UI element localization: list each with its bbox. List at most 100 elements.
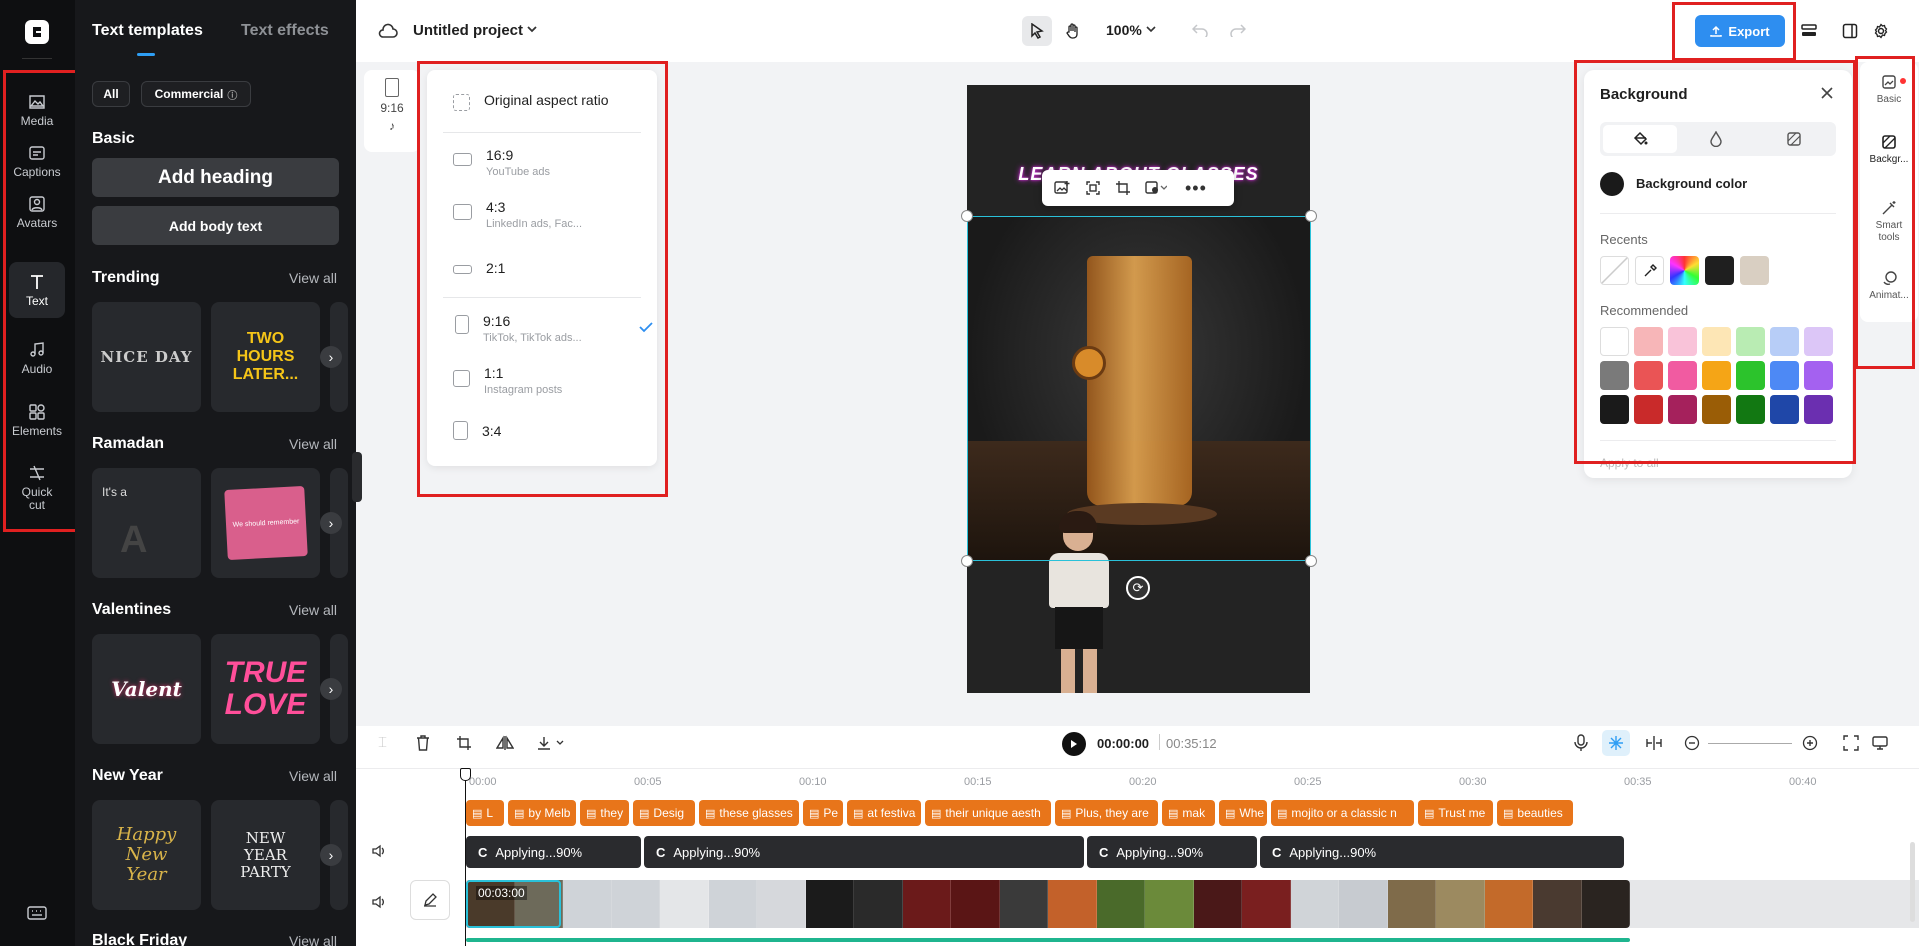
right-rail-animation[interactable]: Animat... <box>1860 270 1918 301</box>
current-color-swatch[interactable] <box>1600 172 1624 196</box>
rail-item-captions[interactable]: Captions <box>9 133 65 189</box>
ratio-item-2-1[interactable]: 2:1 <box>453 260 505 276</box>
panel-collapse-handle[interactable] <box>352 452 362 502</box>
ratio-item-16-9[interactable]: 16:9YouTube ads <box>453 147 550 178</box>
preview-monitor-icon[interactable] <box>1872 735 1888 751</box>
video-track[interactable] <box>466 880 1630 928</box>
template-true-love[interactable]: TRUE LOVE <box>211 634 320 744</box>
recommended-swatch[interactable] <box>1600 361 1629 390</box>
view-all-new-year[interactable]: View all <box>289 768 337 784</box>
right-rail-background[interactable]: Backgr... <box>1860 134 1918 165</box>
rail-item-text[interactable]: Text <box>9 262 65 318</box>
speaker-icon[interactable] <box>372 844 386 858</box>
recommended-swatch[interactable] <box>1702 361 1731 390</box>
rail-item-avatars[interactable]: Avatars <box>9 184 65 240</box>
swatch-color-picker[interactable] <box>1670 256 1699 285</box>
zoom-slider[interactable] <box>1708 743 1792 744</box>
zoom-chevron-icon[interactable] <box>1146 25 1156 33</box>
playhead-handle[interactable] <box>460 768 471 781</box>
swatch-recent-beige[interactable] <box>1740 256 1769 285</box>
text-clip[interactable]: ▤their unique aesth <box>925 800 1051 826</box>
rail-item-quick-cut[interactable]: Quick cut <box>9 458 65 518</box>
time-ruler[interactable]: 00:0000:0500:1000:1500:2000:2500:3000:35… <box>466 776 1919 790</box>
ratio-item-1-1[interactable]: 1:1Instagram posts <box>453 365 562 396</box>
chevron-down-icon[interactable] <box>526 24 538 34</box>
flip-icon[interactable] <box>496 735 514 751</box>
text-clip[interactable]: ▤beauties <box>1497 800 1573 826</box>
template-new-year-party[interactable]: NEW YEAR PARTY <box>211 800 320 910</box>
swatch-recent-black[interactable] <box>1705 256 1734 285</box>
recommended-swatch[interactable] <box>1668 361 1697 390</box>
text-clip[interactable]: ▤Whe <box>1219 800 1267 826</box>
project-name[interactable]: Untitled project <box>413 22 523 39</box>
timeline-scrollbar[interactable] <box>1910 842 1915 922</box>
zoom-in-icon[interactable] <box>1802 735 1818 751</box>
resize-handle[interactable] <box>1305 555 1317 567</box>
effect-clip[interactable]: CApplying...90% <box>1087 836 1257 868</box>
tab-text-effects[interactable]: Text effects <box>241 22 329 40</box>
recommended-swatch[interactable] <box>1668 327 1697 356</box>
audio-track[interactable] <box>466 938 1630 942</box>
recommended-swatch[interactable] <box>1600 395 1629 424</box>
add-body-text-button[interactable]: Add body text <box>92 206 339 245</box>
eyedropper-icon[interactable] <box>1635 256 1664 285</box>
zoom-slider-thumb[interactable] <box>1708 737 1720 749</box>
delete-icon[interactable] <box>416 735 430 751</box>
resize-handle[interactable] <box>961 210 973 222</box>
text-clip[interactable]: ▤Trust me <box>1418 800 1493 826</box>
ratio-item-9-16[interactable]: 9:16TikTok, TikTok ads... <box>453 313 653 344</box>
ratio-item-3-4[interactable]: 3:4 <box>453 423 501 440</box>
recommended-swatch[interactable] <box>1634 361 1663 390</box>
text-clip[interactable]: ▤these glasses <box>699 800 799 826</box>
keyboard-icon[interactable] <box>27 906 47 920</box>
recommended-swatch[interactable] <box>1804 327 1833 356</box>
recommended-swatch[interactable] <box>1736 361 1765 390</box>
hand-tool-icon[interactable] <box>1058 16 1088 46</box>
resize-handle[interactable] <box>961 555 973 567</box>
rotate-icon[interactable]: ⟳ <box>1126 576 1150 600</box>
cloud-icon[interactable] <box>373 16 403 46</box>
view-all-ramadan[interactable]: View all <box>289 436 337 452</box>
right-rail-smart-tools[interactable]: Smart tools <box>1860 200 1918 244</box>
tab-pattern[interactable] <box>1755 131 1833 147</box>
view-all-trending[interactable]: View all <box>289 270 337 286</box>
mask-icon[interactable] <box>1145 180 1167 196</box>
recommended-swatch[interactable] <box>1600 327 1629 356</box>
template-valentine[interactable]: Valent <box>92 634 201 744</box>
edit-cover-button[interactable] <box>410 880 450 920</box>
view-all-black-friday[interactable]: View all <box>289 933 337 946</box>
template-happy-new-year[interactable]: Happy New Year <box>92 800 201 910</box>
template-its-a[interactable]: It's a A <box>92 468 201 578</box>
speaker-icon[interactable] <box>372 895 386 909</box>
trending-next-button[interactable]: › <box>320 346 342 368</box>
settings-gear-icon[interactable] <box>1866 16 1896 46</box>
ratio-item-original[interactable]: Original aspect ratio <box>453 92 609 111</box>
template-two-hours-later[interactable]: TWO HOURS LATER... <box>211 302 320 412</box>
play-button[interactable] <box>1062 732 1086 756</box>
undo-icon[interactable] <box>1192 23 1208 37</box>
rail-item-elements[interactable]: Elements <box>9 392 65 448</box>
crop-tool-icon[interactable] <box>456 735 472 751</box>
split-view-icon[interactable] <box>1645 735 1663 751</box>
recommended-swatch[interactable] <box>1770 395 1799 424</box>
view-all-valentines[interactable]: View all <box>289 602 337 618</box>
recommended-swatch[interactable] <box>1736 327 1765 356</box>
valentines-next-button[interactable]: › <box>320 678 342 700</box>
zoom-level[interactable]: 100% <box>1106 22 1142 38</box>
microphone-icon[interactable] <box>1574 734 1588 752</box>
add-heading-button[interactable]: Add heading <box>92 158 339 197</box>
template-pink-card[interactable]: We should remember <box>211 468 320 578</box>
layout-icon[interactable] <box>1835 16 1865 46</box>
ratio-item-4-3[interactable]: 4:3LinkedIn ads, Fac... <box>453 199 582 230</box>
more-icon[interactable]: ••• <box>1185 178 1207 199</box>
text-clip[interactable]: ▤by Melb <box>508 800 576 826</box>
split-icon[interactable]: ⌶ <box>378 734 387 751</box>
recommended-swatch[interactable] <box>1634 327 1663 356</box>
apply-to-all[interactable]: Apply to all <box>1600 456 1659 470</box>
magnet-snap-icon[interactable] <box>1602 730 1630 756</box>
ratio-button[interactable]: 9:16 ♪ <box>364 70 420 152</box>
text-clip[interactable]: ▤L <box>466 800 504 826</box>
ramadan-next-button[interactable]: › <box>320 512 342 534</box>
selection-box[interactable] <box>967 216 1311 561</box>
template-nice-day[interactable]: NICE DAY <box>92 302 201 412</box>
